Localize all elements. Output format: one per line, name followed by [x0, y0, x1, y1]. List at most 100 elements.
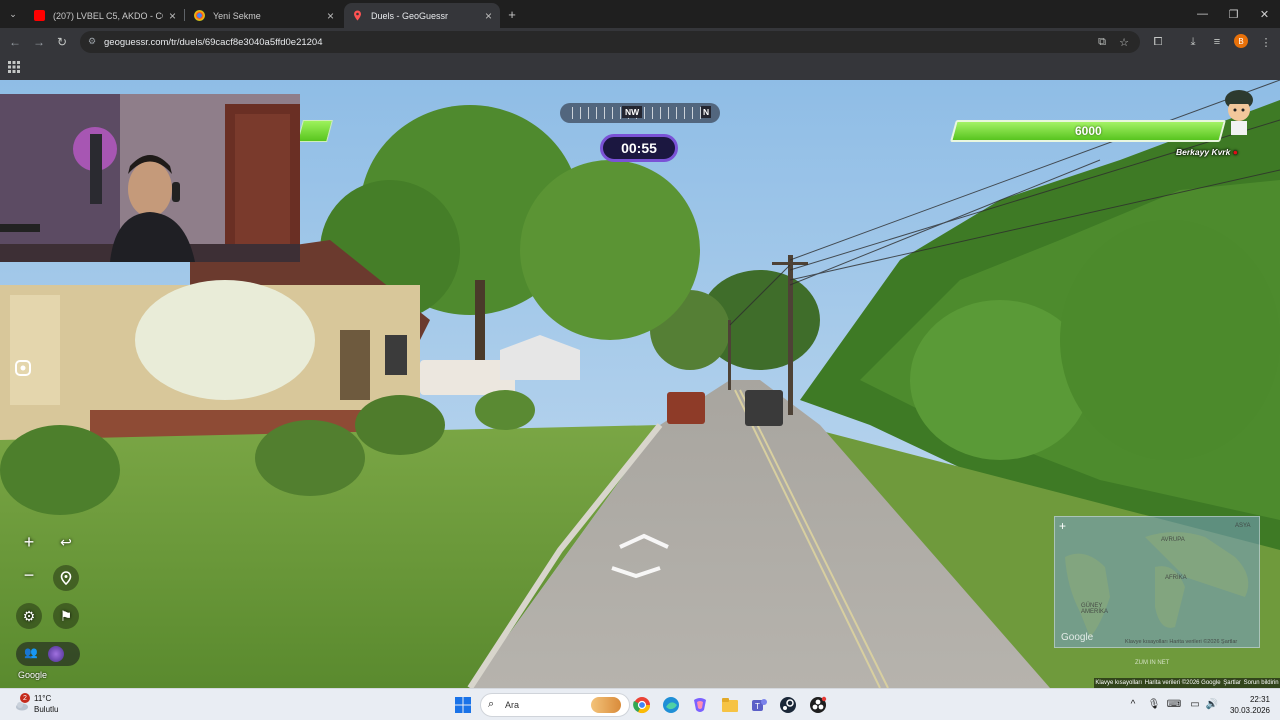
- restore-icon[interactable]: ❐: [1218, 0, 1249, 28]
- profile-initial: B: [1238, 36, 1244, 46]
- webcam-overlay: [0, 94, 300, 262]
- flag-icon[interactable]: ⚑: [53, 603, 79, 629]
- search-icon: ⌕: [488, 698, 495, 710]
- timer-text: 00:55: [621, 140, 657, 156]
- close-tab-icon[interactable]: ×: [169, 9, 176, 23]
- taskbar-search[interactable]: ⌕ Ara: [480, 693, 630, 717]
- apps-grid-icon[interactable]: [7, 60, 21, 74]
- streetview-footer: Klavye kısayolları Harita verileri ©2026…: [1094, 678, 1280, 688]
- chat-pill[interactable]: 👥: [16, 642, 80, 666]
- back-button[interactable]: ←: [6, 33, 24, 51]
- google-logo: Google: [18, 670, 48, 680]
- windows-taskbar: 2 11°C Bulutlu ⌕ Ara T ^ 🎙 ⌨ ▭ 🔊 22:31 3…: [0, 688, 1280, 720]
- close-tab-icon[interactable]: ×: [327, 9, 334, 23]
- map-label: ASYA: [1235, 523, 1251, 529]
- menu-kebab-icon[interactable]: ⋮: [1258, 34, 1274, 50]
- minimap-zoom-icon[interactable]: +: [1059, 519, 1066, 533]
- bookmarks-bar: [0, 55, 1280, 80]
- tab-search-icon[interactable]: ⌄: [6, 7, 20, 21]
- weather-temp: 11°C: [34, 694, 52, 703]
- show-hidden-icons[interactable]: ^: [1126, 697, 1140, 711]
- tab-divider: [184, 9, 185, 21]
- install-app-icon[interactable]: ⧉: [1094, 34, 1110, 50]
- new-tab-button[interactable]: +: [504, 6, 520, 22]
- notification-badge: 2: [20, 693, 30, 703]
- tab-new-tab[interactable]: Yeni Sekme ×: [186, 3, 342, 28]
- undo-move-button[interactable]: ↩: [53, 529, 79, 555]
- player-avatar: [1222, 88, 1256, 142]
- guess-minimap[interactable]: + AVRUPA AFRİKA GÜNEY AMERİKA ASYA Googl…: [1054, 516, 1260, 648]
- compass-north: N: [701, 106, 712, 118]
- weather-widget[interactable]: 2 11°C Bulutlu: [14, 693, 74, 717]
- address-bar[interactable]: ⚙ geoguessr.com/tr/duels/69cacf8e3040a5f…: [80, 31, 1140, 53]
- player-health-value: 6000: [1074, 124, 1102, 138]
- footer-link[interactable]: Sorun bildirin: [1244, 680, 1279, 686]
- copilot-taskbar-icon[interactable]: [689, 694, 711, 716]
- obs-taskbar-icon[interactable]: [807, 694, 829, 716]
- map-label: GÜNEY AMERİKA: [1081, 603, 1109, 615]
- report-location-icon[interactable]: [10, 355, 36, 381]
- profile-avatar[interactable]: B: [1234, 34, 1248, 48]
- zoom-out-button[interactable]: −: [16, 562, 42, 588]
- chrome-taskbar-icon[interactable]: [631, 694, 653, 716]
- player-health-bar: 6000: [950, 120, 1226, 142]
- tab-youtube[interactable]: (207) LVBEL C5, AKDO - COOO ×: [26, 3, 184, 28]
- tab-geoguessr[interactable]: Duels - GeoGuessr ×: [344, 3, 500, 28]
- map-label: AFRİKA: [1165, 575, 1187, 581]
- opponent-health-bar: [297, 120, 333, 142]
- round-timer: 00:55: [600, 134, 678, 162]
- zoom-in-button[interactable]: +: [16, 529, 42, 555]
- player-name: Berkayy Kvrk ●: [1176, 147, 1238, 157]
- browser-toolbar: ← → ↻ ⚙ geoguessr.com/tr/duels/69cacf8e3…: [0, 28, 1280, 55]
- weather-condition: Bulutlu: [34, 705, 59, 714]
- reload-button[interactable]: ↻: [53, 33, 71, 51]
- minimap-google-logo: Google: [1061, 632, 1094, 643]
- bookmark-star-icon[interactable]: ☆: [1116, 34, 1132, 50]
- url-text: geoguessr.com/tr/duels/69cacf8e3040a5ffd…: [104, 36, 323, 48]
- footer-link[interactable]: Klavye kısayolları: [1095, 680, 1142, 686]
- minimap-caption: ZUM IN NET: [1135, 660, 1170, 666]
- download-icon[interactable]: ⤓: [1185, 34, 1201, 50]
- tab-title: Duels - GeoGuessr: [371, 10, 449, 21]
- geoguessr-pin-icon: [352, 10, 363, 21]
- close-window-icon[interactable]: ✕: [1249, 0, 1280, 28]
- tab-title: (207) LVBEL C5, AKDO - COOO: [53, 10, 163, 21]
- network-icon[interactable]: ▭: [1188, 697, 1202, 711]
- world-map: [1065, 532, 1249, 637]
- teams-taskbar-icon[interactable]: T: [748, 694, 770, 716]
- file-explorer-icon[interactable]: [719, 694, 741, 716]
- windows-start-icon[interactable]: [452, 694, 474, 716]
- chrome-icon: [194, 10, 205, 21]
- map-label: AVRUPA: [1161, 537, 1185, 543]
- webcam-image: [0, 94, 300, 262]
- footer-link[interactable]: Harita verileri ©2026 Google: [1145, 680, 1221, 686]
- minimize-icon[interactable]: —: [1187, 0, 1218, 28]
- browser-tab-bar: ⌄ (207) LVBEL C5, AKDO - COOO × Yeni Sek…: [0, 0, 1280, 28]
- compass: NW N: [560, 103, 720, 123]
- player-name-text: Berkayy Kvrk: [1176, 147, 1231, 157]
- media-control-icon[interactable]: ≡: [1209, 34, 1225, 50]
- edge-taskbar-icon[interactable]: [660, 694, 682, 716]
- forward-button[interactable]: →: [30, 33, 48, 51]
- turkey-flag-icon: ●: [1232, 147, 1238, 157]
- footer-link[interactable]: Şartlar: [1223, 680, 1241, 686]
- window-controls: — ❐ ✕: [1187, 0, 1280, 28]
- microphone-icon[interactable]: 🎙: [1147, 697, 1161, 711]
- volume-icon[interactable]: 🔊: [1205, 697, 1219, 711]
- settings-gear-icon[interactable]: ⚙: [16, 603, 42, 629]
- emote-icon[interactable]: [48, 646, 64, 662]
- keyboard-icon[interactable]: ⌨: [1167, 697, 1181, 711]
- search-placeholder: Ara: [505, 700, 520, 710]
- extensions-icon[interactable]: ⧠: [1150, 34, 1166, 50]
- clock-time: 22:31: [1249, 695, 1270, 704]
- tab-title: Yeni Sekme: [213, 10, 261, 21]
- close-tab-icon[interactable]: ×: [485, 9, 492, 23]
- minimap-footer: Klavye kısayolları Harita verileri ©2026…: [1125, 639, 1238, 645]
- team-icon[interactable]: 👥: [24, 646, 38, 659]
- svg-text:T: T: [755, 702, 760, 711]
- steam-taskbar-icon[interactable]: [777, 694, 799, 716]
- system-clock[interactable]: 22:31 30.03.2026: [1218, 694, 1270, 716]
- return-to-start-button[interactable]: [53, 565, 79, 591]
- search-highlight-icon: [591, 697, 621, 713]
- site-info-icon[interactable]: ⚙: [88, 36, 99, 47]
